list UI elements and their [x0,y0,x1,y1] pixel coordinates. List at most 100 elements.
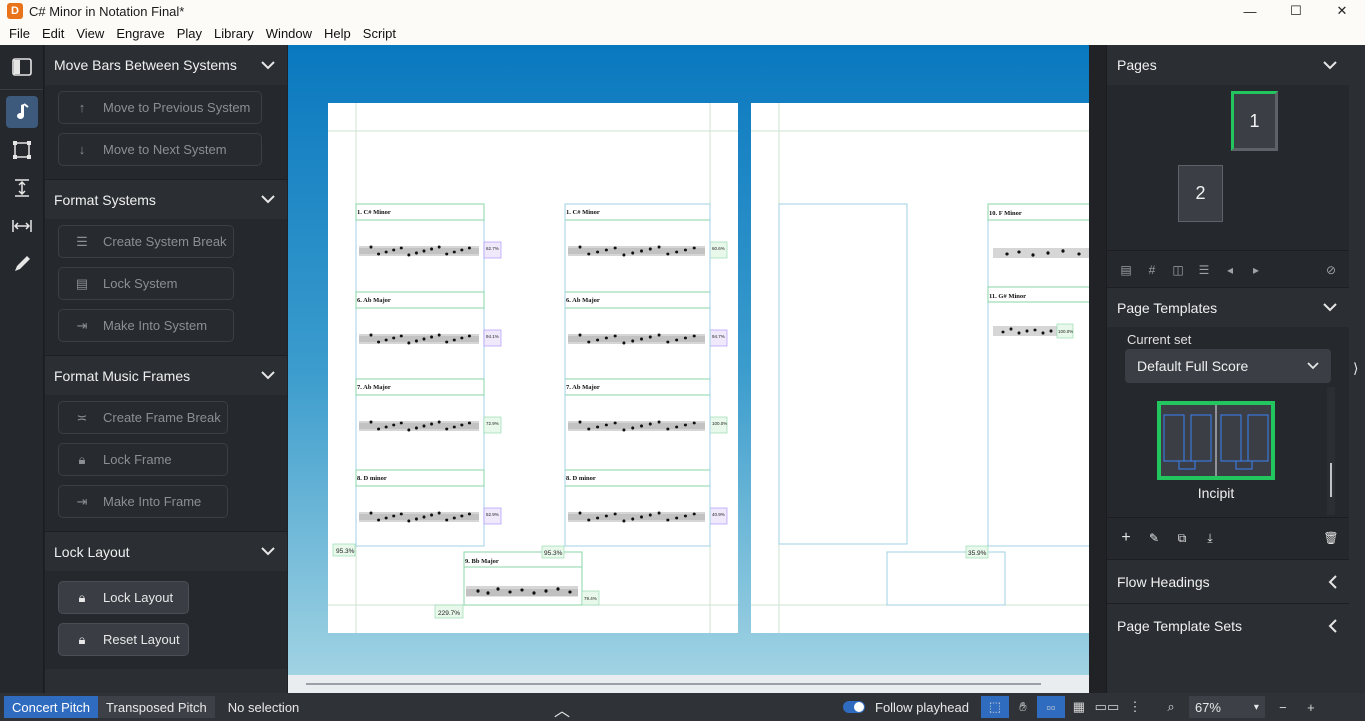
lock-layout-header[interactable]: Lock Layout [45,531,287,571]
app-icon: D [7,3,23,19]
frame-scale-tag: 72.9% [486,421,499,426]
page-properties-icon[interactable]: ▤ [1115,263,1137,277]
zoom-in-button[interactable]: + [1297,696,1325,718]
flow-title: 9. Bb Major [465,558,499,565]
page-align-icon[interactable]: ☰ [1193,263,1215,277]
menu-view[interactable]: View [70,26,110,41]
hand-tool-icon[interactable]: ✋︎ [1009,696,1037,718]
page-template-sets-header[interactable]: Page Template Sets [1107,603,1349,647]
lock-layout-button[interactable]: 🔒︎ Lock Layout [58,581,189,614]
edit-pencil-icon[interactable]: ✎ [1143,531,1165,545]
vertical-view-icon[interactable]: ⋮ [1121,696,1149,718]
move-bars-header[interactable]: Move Bars Between Systems [45,45,287,85]
page-templates-header[interactable]: Page Templates [1107,287,1349,327]
add-icon[interactable]: + [1115,529,1137,547]
remove-override-icon[interactable]: ⊘ [1320,263,1342,277]
score-page-1[interactable]: 1. C# Minor 62.7% 6. Ab Major 94.1% 7. Ab Ma… [328,103,738,633]
pages-header[interactable]: Pages [1107,45,1349,85]
flow-title: 8. D minor [357,475,387,482]
menu-help[interactable]: Help [318,26,357,41]
selection-tool-icon[interactable]: ⬚ [980,696,1009,718]
chevron-down-icon [261,195,275,204]
format-systems-header[interactable]: Format Systems [45,179,287,219]
section-title: Format Systems [54,191,156,208]
score-page-2[interactable]: 10. F Minor 11. G# Minor 100.0% 35.9% [751,103,1089,633]
menu-bar: File Edit View Engrave Play Library Wind… [0,22,1365,45]
maximize-button[interactable]: ☐ [1273,0,1319,22]
frame-scale-tag: 100.0% [1058,329,1073,334]
move-to-next-system-button[interactable]: ↓ Move to Next System [58,133,262,166]
flow-title: 7. Ab Major [357,384,391,391]
create-frame-break-button[interactable]: ≍ Create Frame Break [58,401,228,434]
concert-pitch-button[interactable]: Concert Pitch [4,696,99,718]
menu-script[interactable]: Script [357,26,402,41]
title-bar: D C# Minor in Notation Final* — ☐ ✕ [0,0,1365,22]
delete-icon[interactable]: 🗑︎ [1320,531,1342,545]
page-number-icon[interactable]: # [1141,263,1163,277]
move-to-previous-system-button[interactable]: ↑ Move to Previous System [58,91,262,124]
current-set-label: Current set [1127,332,1192,347]
flow-title: 1. C# Minor [357,209,391,216]
zoom-select[interactable]: 67% ▾ [1188,696,1265,718]
lock-system-button[interactable]: ▤ Lock System [58,267,234,300]
flow-headings-header[interactable]: Flow Headings [1107,559,1349,603]
panel-toggle-icon[interactable] [6,51,38,83]
previous-page-icon[interactable]: ◂ [1219,263,1241,277]
grid-view-icon[interactable]: ▦ [1065,696,1093,718]
chevron-up-icon[interactable]: ︿ [554,697,570,721]
right-edge-strip: ⟩ [1349,45,1365,693]
template-incipit-thumbnail[interactable] [1157,401,1275,480]
make-into-system-button[interactable]: ⇥ Make Into System [58,309,234,342]
duplicate-icon[interactable]: ⧉ [1171,531,1193,546]
minimize-button[interactable]: — [1227,0,1273,22]
flow-title: 6. Ab Major [566,297,600,304]
staff-spacing-icon[interactable] [6,172,38,204]
lock-system-icon: ▤ [75,275,89,291]
frame-scale-tag: 95.3% [544,550,563,557]
section-title: Pages [1117,57,1157,73]
section-title: Page Template Sets [1117,617,1243,634]
horizontal-scrollbar[interactable] [288,675,1089,693]
template-preview-icon [1163,405,1269,476]
zoom-icon[interactable]: ⌕ [1157,696,1185,718]
system-break-icon: ☰ [76,233,88,249]
window-title: C# Minor in Notation Final* [29,3,185,19]
frame-editing-icon[interactable] [6,134,38,166]
section-title: Move Bars Between Systems [54,57,237,73]
follow-playhead-toggle[interactable] [843,701,865,713]
menu-play[interactable]: Play [171,26,208,41]
format-frames-header[interactable]: Format Music Frames [45,355,287,395]
graphic-editing-icon[interactable] [6,96,38,128]
pencil-icon[interactable] [6,248,38,280]
expand-right-panel-icon[interactable]: ⟩ [1353,360,1358,377]
page-thumbnail-1[interactable]: 1 [1231,91,1278,151]
score-canvas[interactable]: 1. C# Minor 62.7% 6. Ab Major 94.1% 7. Ab Ma… [288,45,1089,693]
create-system-break-button[interactable]: ☰ Create System Break [58,225,234,258]
next-page-icon[interactable]: ▸ [1245,263,1267,277]
menu-edit[interactable]: Edit [36,26,70,41]
page-thumbnail-2[interactable]: 2 [1178,165,1223,222]
frame-scale-tag: 60.6% [712,246,725,251]
menu-library[interactable]: Library [208,26,260,41]
chevron-down-icon [261,371,275,380]
make-into-frame-button[interactable]: ⇥ Make Into Frame [58,485,228,518]
reset-layout-button[interactable]: 🔒︎ Reset Layout [58,623,189,656]
horizontal-view-icon[interactable]: ▭▭ [1093,696,1121,718]
current-set-select[interactable]: Default Full Score [1125,349,1331,383]
menu-file[interactable]: File [3,26,36,41]
template-list-scrollbar[interactable] [1327,387,1335,515]
menu-engrave[interactable]: Engrave [110,26,170,41]
note-spacing-icon[interactable] [6,210,38,242]
close-button[interactable]: ✕ [1319,0,1365,22]
spreads-view-icon[interactable]: ▫▫ [1036,696,1065,718]
menu-window[interactable]: Window [260,26,318,41]
lock-icon: 🔒︎ [78,589,86,605]
lock-icon: 🔒︎ [78,631,86,647]
transposed-pitch-button[interactable]: Transposed Pitch [98,696,215,718]
zoom-out-button[interactable]: − [1269,696,1297,718]
lock-frame-button[interactable]: 🔒︎ Lock Frame [58,443,228,476]
import-icon[interactable]: ⤓ [1199,531,1221,546]
make-into-system-icon: ⇥ [76,317,88,333]
scrollbar-thumb[interactable] [306,683,1041,685]
page-spread-icon[interactable]: ◫ [1167,263,1189,277]
